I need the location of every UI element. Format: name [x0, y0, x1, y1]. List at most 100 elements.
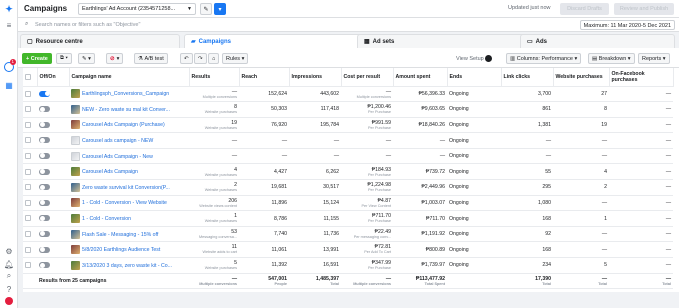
col-cost-per-result[interactable]: Cost per result [341, 68, 394, 87]
row-checkbox[interactable] [23, 210, 37, 227]
campaign-name-cell[interactable]: 3/13/2020 3 days, zero waste kit - Co... [69, 257, 189, 274]
tab-resource-centre[interactable]: ▢ Resource centre [20, 34, 180, 48]
select-all-checkbox[interactable] [23, 68, 38, 87]
campaign-name-link[interactable]: Carousel Ads Campaign (Purchase) [82, 122, 165, 128]
col-link-clicks[interactable]: Link clicks [501, 68, 554, 87]
row-checkbox[interactable] [23, 195, 37, 212]
row-checkbox[interactable] [23, 117, 37, 134]
table-row[interactable]: Carousel Ads Campaign - New — — — — — Ongoing —… [23, 148, 673, 165]
account-selector[interactable]: Earthlings' Ad Account (2354571258... ▼ [78, 3, 196, 15]
menu-icon[interactable]: ≡ [4, 20, 14, 30]
date-range-picker[interactable]: Maximum: 11 Mar 2020-5 Dec 2021 [579, 20, 675, 30]
review-publish-button[interactable]: Review and Publish [614, 3, 674, 15]
campaign-name-link[interactable]: 1 - Cold - Conversion [82, 216, 131, 222]
toggle-switch[interactable] [39, 246, 50, 253]
campaigns-grid-icon[interactable]: ▦ [4, 80, 14, 90]
campaign-toggle[interactable] [37, 132, 69, 149]
columns-button[interactable]: ▥ Columns: Performance ▾ [506, 53, 582, 64]
create-button[interactable]: + Create [22, 53, 52, 64]
campaign-name-link[interactable]: 3/13/2020 3 days, zero waste kit - Co... [82, 263, 172, 269]
col-ends[interactable]: Ends [447, 68, 502, 87]
tab-ad-sets[interactable]: ▦ Ad sets [357, 34, 527, 48]
campaign-toggle[interactable] [37, 195, 69, 212]
campaign-name-cell[interactable]: Earthlingsph_Conversions_Campaign [69, 86, 189, 103]
delete-button[interactable]: ⊘ ▾ [106, 53, 124, 64]
table-row[interactable]: Earthlingsph_Conversions_Campaign — Multip… [23, 86, 673, 103]
table-row[interactable]: 1 - Cold - Conversion 1 Website purchases 8… [23, 210, 673, 227]
avatar[interactable] [5, 297, 13, 305]
col-campaign-name[interactable]: Campaign name [69, 68, 190, 87]
row-checkbox[interactable] [23, 148, 37, 165]
row-checkbox[interactable] [23, 179, 37, 196]
table-row[interactable]: Zero waste survival kit Conversion(P... 2… [23, 179, 673, 196]
campaign-toggle[interactable] [37, 241, 69, 259]
col-results[interactable]: Results [189, 68, 240, 87]
breakdown-button[interactable]: ▤ Breakdown ▾ [588, 53, 635, 64]
col-impressions[interactable]: Impressions [289, 68, 342, 87]
col-website-purchases[interactable]: Website purchases [553, 68, 610, 87]
campaign-toggle[interactable] [37, 148, 69, 165]
campaign-name-link[interactable]: Flash Sale - Messaging - 15% off [82, 232, 158, 238]
toggle-switch[interactable] [39, 106, 50, 113]
toggle-switch[interactable] [39, 262, 50, 269]
campaign-name-link[interactable]: 5/8/2020 Earthlings Audience Test [82, 247, 160, 253]
campaign-toggle[interactable] [37, 210, 69, 227]
table-row[interactable]: 1 - Cold - Conversion - View Website 206 W… [23, 195, 673, 212]
campaign-name-cell[interactable]: Zero waste survival kit Conversion(P... [69, 179, 189, 196]
table-row[interactable]: Carousel Ads Campaign 4 Website purchases 4… [23, 163, 673, 181]
campaign-name-link[interactable]: 1 - Cold - Conversion - View Website [82, 200, 167, 206]
col-facebook-purchases[interactable]: On-Facebook purchases [609, 68, 674, 87]
redo-button[interactable]: ↷ [194, 53, 207, 64]
bell-icon[interactable]: 🔔︎ [4, 259, 14, 269]
col-amount-spent[interactable]: Amount spent [393, 68, 448, 87]
filter-icon[interactable]: ▾ [214, 3, 226, 15]
table-row[interactable]: Carousel Ads Campaign (Purchase) 19 Websit… [23, 117, 673, 134]
row-checkbox[interactable] [23, 132, 37, 149]
table-row[interactable]: 3/13/2020 3 days, zero waste kit - Co...… [23, 257, 673, 274]
edit-button[interactable]: ✎ ▾ [78, 53, 95, 64]
campaign-name-cell[interactable]: Carousel ads campaign - NEW [69, 132, 189, 149]
toggle-switch[interactable] [39, 215, 50, 222]
campaign-name-link[interactable]: Carousel ads campaign - NEW [82, 138, 153, 144]
campaign-toggle[interactable] [37, 226, 69, 243]
row-checkbox[interactable] [23, 101, 37, 118]
campaign-name-cell[interactable]: Flash Sale - Messaging - 15% off [69, 226, 189, 243]
campaign-name-link[interactable]: NEW - Zero waste su mal kit Conver... [82, 107, 170, 113]
undo-button[interactable]: ↶ [180, 53, 193, 64]
duplicate-button[interactable]: ⧉ ▾ [56, 53, 72, 64]
campaign-toggle[interactable] [37, 117, 69, 134]
table-row[interactable]: Flash Sale - Messaging - 15% off 53 Messag… [23, 226, 673, 243]
table-row[interactable]: Carousel ads campaign - NEW — — — — — Ongoing —… [23, 132, 673, 149]
toggle-switch[interactable] [39, 152, 50, 159]
campaign-toggle[interactable] [37, 86, 69, 103]
row-checkbox[interactable] [23, 86, 37, 103]
col-reach[interactable]: Reach [239, 68, 290, 87]
meta-logo-icon[interactable]: ✦ [4, 4, 14, 14]
toggle-switch[interactable] [39, 168, 50, 175]
edit-icon[interactable]: ✎ [200, 3, 212, 15]
col-off-on[interactable]: Off/On [37, 68, 70, 87]
gear-icon[interactable]: ⚙ [4, 246, 14, 256]
toggle-switch[interactable] [39, 230, 50, 237]
search-icon[interactable]: ⌕ [4, 271, 14, 281]
tab-ads[interactable]: ▭ Ads [520, 34, 675, 48]
campaign-name-link[interactable]: Earthlingsph_Conversions_Campaign [82, 91, 169, 97]
rules-button[interactable]: Rules ▾ [222, 53, 249, 64]
campaign-name-link[interactable]: Carousel Ads Campaign [82, 169, 138, 175]
campaign-name-link[interactable]: Carousel Ads Campaign - New [82, 154, 153, 160]
campaign-name-cell[interactable]: Carousel Ads Campaign (Purchase) [69, 117, 189, 134]
campaign-toggle[interactable] [37, 257, 69, 274]
campaign-name-cell[interactable]: 5/8/2020 Earthlings Audience Test [69, 241, 189, 259]
campaign-toggle[interactable] [37, 179, 69, 196]
reports-button[interactable]: Reports ▾ [638, 53, 670, 64]
tab-campaigns[interactable]: ▰ Campaigns [184, 34, 364, 48]
toggle-switch[interactable] [39, 121, 50, 128]
campaign-toggle[interactable] [37, 101, 69, 118]
row-checkbox[interactable] [23, 163, 37, 181]
table-row[interactable]: 5/8/2020 Earthlings Audience Test 11 Websi… [23, 241, 673, 259]
campaign-name-cell[interactable]: Carousel Ads Campaign - New [69, 148, 189, 165]
toggle-switch[interactable] [39, 184, 50, 191]
ab-test-button[interactable]: ⚗ A/B test [134, 53, 168, 64]
help-icon[interactable]: ? [4, 284, 14, 294]
campaign-name-cell[interactable]: NEW - Zero waste su mal kit Conver... [69, 101, 189, 118]
